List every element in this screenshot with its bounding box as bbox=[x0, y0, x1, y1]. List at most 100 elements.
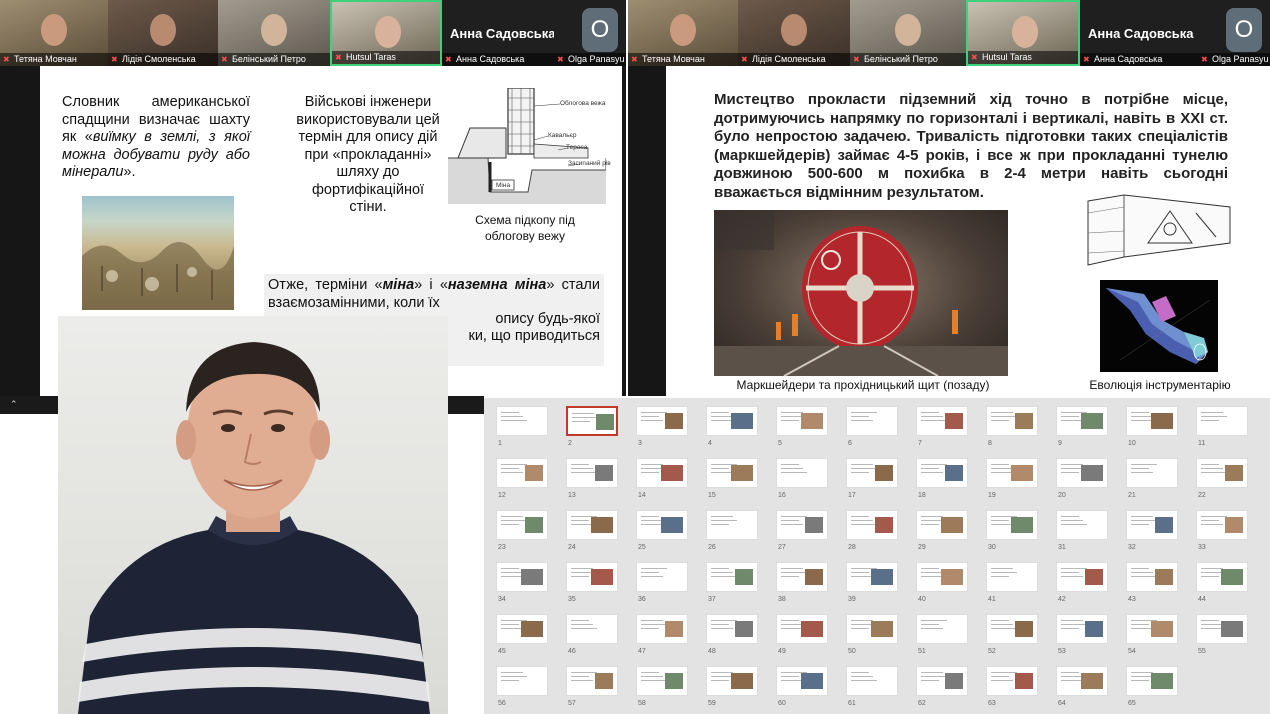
slide-thumbnail[interactable] bbox=[916, 666, 968, 696]
chevron-up-icon[interactable]: ⌃ bbox=[10, 399, 18, 410]
slide-thumbnail[interactable] bbox=[566, 562, 618, 592]
slide-thumbnail[interactable] bbox=[1126, 562, 1178, 592]
slide-number: 32 bbox=[1128, 544, 1136, 551]
slide-thumbnail[interactable] bbox=[1196, 406, 1248, 436]
participant-name: Анна Садовська ✖ bbox=[1080, 53, 1198, 66]
slide-thumbnail[interactable] bbox=[496, 614, 548, 644]
tunnel-boring-machine-photo bbox=[714, 210, 1008, 377]
slide-thumbnail[interactable] bbox=[986, 510, 1038, 540]
participant-tile[interactable]: Белінський Петро ✖ bbox=[850, 0, 966, 66]
slide-thumbnail[interactable] bbox=[566, 406, 618, 436]
thumbnail-image bbox=[945, 465, 963, 481]
slide-thumbnail[interactable] bbox=[566, 614, 618, 644]
slide-thumbnail[interactable] bbox=[566, 510, 618, 540]
slide-thumbnail[interactable] bbox=[706, 458, 758, 488]
slide-thumbnail[interactable] bbox=[1196, 614, 1248, 644]
slide-thumbnail[interactable] bbox=[1056, 666, 1108, 696]
slide-thumbnail[interactable] bbox=[916, 458, 968, 488]
slide-thumbnail[interactable] bbox=[916, 562, 968, 592]
slide-number: 50 bbox=[848, 648, 856, 655]
participant-tile[interactable]: Белінський Петро ✖ bbox=[218, 0, 330, 66]
slide-thumbnail[interactable] bbox=[1126, 666, 1178, 696]
slide-thumbnail[interactable] bbox=[846, 666, 898, 696]
participant-tile[interactable]: Тетяна Мовчан ✖ bbox=[0, 0, 108, 66]
participant-tile[interactable]: О Olga Panasyu ✖ bbox=[1198, 0, 1270, 66]
slide-number: 15 bbox=[708, 492, 716, 499]
slide-thumbnail[interactable] bbox=[636, 562, 688, 592]
slide-thumbnail[interactable] bbox=[986, 562, 1038, 592]
slide-thumbnail[interactable] bbox=[1056, 562, 1108, 592]
slide-thumbnail[interactable] bbox=[846, 562, 898, 592]
participant-tile-featured[interactable]: Анна Садовська Анна Садовська ✖ bbox=[1080, 0, 1198, 66]
slide-thumbnail[interactable] bbox=[496, 406, 548, 436]
slide-thumbnail[interactable] bbox=[916, 510, 968, 540]
thumbnail-image bbox=[875, 517, 893, 533]
slide-thumbnail[interactable] bbox=[706, 614, 758, 644]
slide-thumbnail[interactable] bbox=[1196, 562, 1248, 592]
slide-thumbnail[interactable] bbox=[496, 510, 548, 540]
participant-name: Тетяна Мовчан ✖ bbox=[628, 53, 738, 66]
slide-thumbnail[interactable] bbox=[776, 406, 828, 436]
slide-thumbnail[interactable] bbox=[1056, 510, 1108, 540]
slide-number: 53 bbox=[1058, 648, 1066, 655]
slide-thumbnail[interactable] bbox=[846, 614, 898, 644]
slide-thumbnail[interactable] bbox=[636, 614, 688, 644]
slide-thumbnail[interactable] bbox=[706, 666, 758, 696]
slide-thumbnail[interactable] bbox=[916, 406, 968, 436]
slide-thumbnail[interactable] bbox=[776, 614, 828, 644]
thumbnail-image bbox=[801, 673, 823, 689]
slide-thumbnail[interactable] bbox=[496, 458, 548, 488]
participant-strip: Тетяна Мовчан ✖ Лідія Смоленська ✖ Белінськи… bbox=[0, 0, 626, 66]
slide-thumbnail[interactable] bbox=[566, 666, 618, 696]
slide-thumbnail[interactable] bbox=[496, 562, 548, 592]
participant-tile[interactable]: Тетяна Мовчан ✖ bbox=[628, 0, 738, 66]
thumbnail-image bbox=[1225, 517, 1243, 533]
slide-thumbnail[interactable] bbox=[776, 666, 828, 696]
slide-thumbnail[interactable] bbox=[1056, 614, 1108, 644]
slide-thumbnail[interactable] bbox=[1126, 458, 1178, 488]
slide-thumbnail[interactable] bbox=[776, 562, 828, 592]
slide-number: 6 bbox=[848, 440, 852, 447]
slide-number: 38 bbox=[778, 596, 786, 603]
slide-thumbnail[interactable] bbox=[636, 666, 688, 696]
caption-left: Маркшейдери та прохідницький щит (позаду… bbox=[736, 378, 990, 392]
slide-thumbnail[interactable] bbox=[636, 406, 688, 436]
slide-thumbnail[interactable] bbox=[846, 406, 898, 436]
slide-thumbnail[interactable] bbox=[986, 666, 1038, 696]
slide-thumbnail[interactable] bbox=[1126, 614, 1178, 644]
slide-thumbnail[interactable] bbox=[566, 458, 618, 488]
participant-tile-featured[interactable]: Анна Садовська Анна Садовська ✖ bbox=[442, 0, 556, 66]
slide-thumbnail[interactable] bbox=[1126, 510, 1178, 540]
slide-thumbnail[interactable] bbox=[846, 458, 898, 488]
slide-number: 37 bbox=[708, 596, 716, 603]
slide-thumbnail[interactable] bbox=[1196, 458, 1248, 488]
slide-thumbnail[interactable] bbox=[1056, 458, 1108, 488]
slide-thumbnail[interactable] bbox=[706, 562, 758, 592]
mic-muted-icon: ✖ bbox=[111, 55, 118, 64]
slide-paragraph-1: Словник американської спадщини визначає … bbox=[62, 94, 250, 180]
slide-thumbnail[interactable] bbox=[636, 510, 688, 540]
participant-tile[interactable]: О Olga Panasyu ✖ bbox=[554, 0, 626, 66]
participant-tile[interactable]: Лідія Смоленська ✖ bbox=[108, 0, 218, 66]
participant-name: Лідія Смоленська ✖ bbox=[738, 53, 850, 66]
slide-number: 41 bbox=[988, 596, 996, 603]
slide-thumbnail[interactable] bbox=[776, 458, 828, 488]
slide-thumbnail[interactable] bbox=[776, 510, 828, 540]
slide-thumbnail[interactable] bbox=[916, 614, 968, 644]
participant-tile[interactable]: Лідія Смоленська ✖ bbox=[738, 0, 850, 66]
slide-thumbnail[interactable] bbox=[986, 406, 1038, 436]
slide-thumbnail[interactable] bbox=[1196, 510, 1248, 540]
slide-thumbnail[interactable] bbox=[1126, 406, 1178, 436]
avatar: О bbox=[1226, 8, 1262, 52]
slide-thumbnail[interactable] bbox=[706, 406, 758, 436]
participant-tile[interactable]: Hutsul Taras ✖ bbox=[966, 0, 1080, 66]
slide-number: 35 bbox=[568, 596, 576, 603]
slide-thumbnail[interactable] bbox=[636, 458, 688, 488]
slide-thumbnail[interactable] bbox=[706, 510, 758, 540]
slide-thumbnail[interactable] bbox=[986, 458, 1038, 488]
slide-thumbnail[interactable] bbox=[1056, 406, 1108, 436]
slide-thumbnail[interactable] bbox=[986, 614, 1038, 644]
participant-tile[interactable]: Hutsul Taras ✖ bbox=[330, 0, 442, 66]
slide-thumbnail[interactable] bbox=[846, 510, 898, 540]
slide-thumbnail[interactable] bbox=[496, 666, 548, 696]
